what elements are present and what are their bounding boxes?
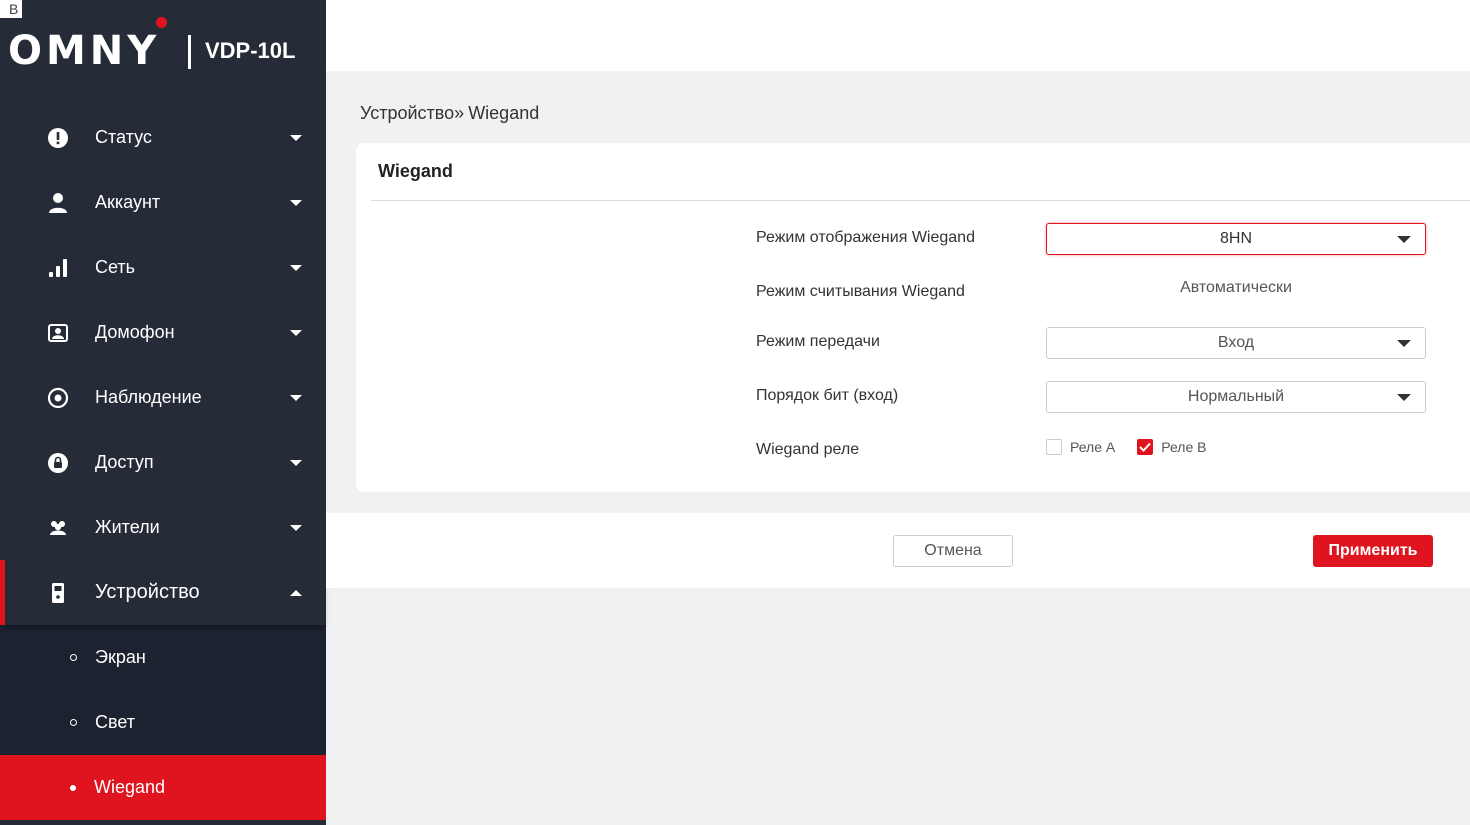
sidebar-subitem-light[interactable]: Свет (0, 690, 326, 755)
transfer-mode-select[interactable]: Вход (1046, 327, 1426, 359)
intercom-icon (46, 321, 70, 345)
brand-logo: OMNY (8, 28, 160, 78)
sidebar-subitem-label: Wiegand (94, 777, 166, 797)
card-title: Wiegand (378, 161, 453, 181)
chevron-down-icon (290, 395, 302, 401)
sidebar-subitem-screen[interactable]: Экран (0, 625, 326, 690)
bit-order-label: Порядок бит (вход) (756, 387, 899, 404)
device-submenu: Экран Свет Wiegand (0, 625, 326, 820)
read-mode-value: Автоматически (1180, 279, 1292, 296)
sidebar-item-residents[interactable]: Жители (0, 495, 326, 560)
residents-icon (46, 516, 70, 540)
sidebar-item-access[interactable]: Доступ (0, 430, 326, 495)
alert-circle-icon (46, 126, 70, 150)
wiegand-card: Wiegand Режим отображения Wiegand 8HN Ре… (356, 143, 1470, 492)
logo-text: OMNY (8, 28, 161, 74)
browser-mark: B (0, 0, 22, 18)
relay-b-checkbox[interactable] (1137, 439, 1154, 455)
chevron-down-icon (290, 135, 302, 141)
sidebar-subitem-label: Экран (95, 647, 146, 667)
card-divider (371, 200, 1470, 201)
apply-button[interactable]: Применить (1313, 535, 1433, 567)
sidebar-item-status[interactable]: Статус (0, 105, 326, 170)
relay-a-label: Реле А (1070, 439, 1116, 455)
sidebar-item-account[interactable]: Аккаунт (0, 170, 326, 235)
sidebar-item-intercom[interactable]: Домофон (0, 300, 326, 365)
user-icon (46, 191, 70, 215)
bullet-icon (70, 719, 77, 726)
bit-order-value: Нормальный (1187, 388, 1285, 405)
action-bar: Отмена Применить (326, 513, 1470, 588)
sidebar: B OMNY VDP-10L Статус Аккаунт Сеть Домоф… (0, 0, 326, 825)
relay-b-label: Реле В (1161, 439, 1207, 455)
breadcrumb-parent[interactable]: Устройство (360, 103, 454, 123)
sidebar-item-network[interactable]: Сеть (0, 235, 326, 300)
bit-order-select[interactable]: Нормальный (1046, 381, 1426, 413)
relay-label: Wiegand реле (756, 441, 860, 458)
lock-icon (46, 451, 70, 475)
display-mode-select[interactable]: 8HN (1046, 223, 1426, 255)
relay-a-checkbox[interactable] (1046, 439, 1062, 455)
dropdown-arrow-icon (1397, 236, 1411, 243)
signal-bars-icon (46, 256, 70, 280)
checkmark-icon (1139, 442, 1151, 452)
breadcrumb: Устройство» Wiegand (360, 103, 539, 124)
logo-separator (188, 35, 191, 69)
eye-icon (46, 386, 70, 410)
sidebar-item-surveillance[interactable]: Наблюдение (0, 365, 326, 430)
sidebar-subitem-label: Свет (95, 712, 136, 732)
top-header (326, 0, 1470, 71)
device-model: VDP-10L (205, 38, 296, 63)
read-mode-label: Режим считывания Wiegand (756, 283, 965, 300)
chevron-down-icon (290, 525, 302, 531)
dropdown-arrow-icon (1397, 394, 1411, 401)
bullet-icon (70, 784, 76, 791)
chevron-down-icon (290, 460, 302, 466)
bullet-icon (70, 654, 77, 661)
breadcrumb-separator: » (454, 103, 465, 123)
transfer-mode-value: Вход (1217, 334, 1255, 351)
device-icon (46, 581, 70, 605)
chevron-down-icon (290, 265, 302, 271)
transfer-mode-label: Режим передачи (756, 333, 880, 350)
breadcrumb-current: Wiegand (468, 103, 540, 123)
display-mode-label: Режим отображения Wiegand (756, 229, 975, 246)
display-mode-value: 8HN (1219, 230, 1252, 247)
sidebar-item-device[interactable]: Устройство (0, 560, 326, 625)
sidebar-nav: Статус Аккаунт Сеть Домофон Наблюдение Д… (0, 105, 326, 820)
logo-dot (156, 17, 167, 28)
relay-checkbox-group: Реле А Реле В (1046, 439, 1228, 455)
cancel-button[interactable]: Отмена (893, 535, 1013, 567)
sidebar-subitem-wiegand[interactable]: Wiegand (0, 755, 326, 820)
chevron-down-icon (290, 200, 302, 206)
dropdown-arrow-icon (1397, 340, 1411, 347)
chevron-up-icon (290, 590, 302, 596)
chevron-down-icon (290, 330, 302, 336)
